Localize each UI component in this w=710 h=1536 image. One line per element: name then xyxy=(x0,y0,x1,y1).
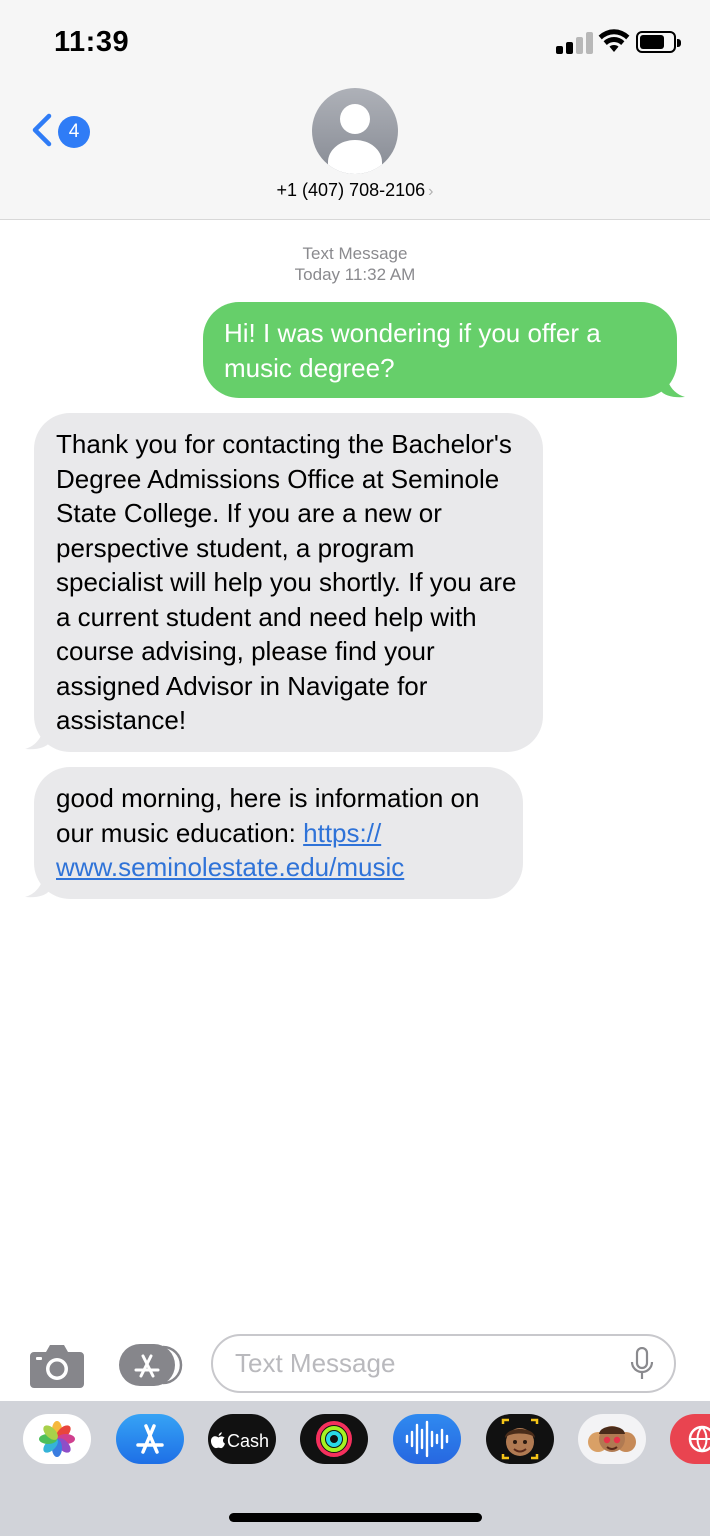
message-text: Thank you for contacting the Bachelor's … xyxy=(56,429,517,735)
chevron-right-icon: › xyxy=(428,183,434,200)
contact-name[interactable]: +1 (407) 708-2106 › xyxy=(0,180,710,201)
photos-app-icon[interactable] xyxy=(23,1414,91,1464)
activity-rings-icon[interactable] xyxy=(300,1414,368,1464)
incoming-message-bubble[interactable]: good morning, here is information on our… xyxy=(34,767,523,899)
message-meta: Text Message Today 11:32 AM xyxy=(0,243,710,285)
battery-icon xyxy=(636,31,681,53)
home-indicator[interactable] xyxy=(229,1513,482,1522)
cash-label: Cash xyxy=(227,1431,269,1451)
microphone-icon[interactable] xyxy=(628,1347,656,1381)
message-text: Hi! I was wondering if you offer a music… xyxy=(224,318,601,383)
apple-cash-icon[interactable]: Cash xyxy=(208,1414,276,1464)
back-button[interactable]: 4 xyxy=(24,108,104,152)
status-bar: 11:39 xyxy=(0,0,710,80)
app-store-app-icon[interactable] xyxy=(116,1414,184,1464)
service-label: Text Message xyxy=(302,244,408,263)
status-time: 11:39 xyxy=(54,26,130,58)
globe-search-icon[interactable] xyxy=(670,1414,710,1464)
message-input[interactable] xyxy=(211,1334,676,1393)
bubble-tail xyxy=(25,870,50,898)
link-text-part: https:// xyxy=(303,817,382,848)
conversation-header: 4 +1 (407) 708-2106 › xyxy=(0,80,710,220)
cellular-signal-icon xyxy=(556,30,596,54)
message-timestamp: Today 11:32 AM xyxy=(294,265,416,284)
audio-waveform-icon[interactable] xyxy=(393,1414,461,1464)
outgoing-message-bubble[interactable]: Hi! I was wondering if you offer a music… xyxy=(203,302,677,398)
wifi-icon xyxy=(598,29,630,52)
app-store-icon[interactable] xyxy=(119,1344,183,1386)
bubble-tail xyxy=(660,370,685,398)
link-text-part: www.seminolestate.edu/music xyxy=(56,852,405,882)
chevron-left-icon xyxy=(32,113,52,147)
contact-number: +1 (407) 708-2106 xyxy=(276,180,426,200)
unread-count-badge: 4 xyxy=(58,116,90,148)
person-silhouette-icon[interactable] xyxy=(312,88,398,174)
memoji-icon[interactable] xyxy=(486,1414,554,1464)
bubble-tail xyxy=(25,722,50,750)
camera-icon[interactable] xyxy=(30,1342,84,1388)
incoming-message-bubble[interactable]: Thank you for contacting the Bachelor's … xyxy=(34,413,543,752)
message-text: good morning, here is information on our… xyxy=(56,783,480,848)
memoji-stickers-icon[interactable] xyxy=(578,1414,646,1464)
